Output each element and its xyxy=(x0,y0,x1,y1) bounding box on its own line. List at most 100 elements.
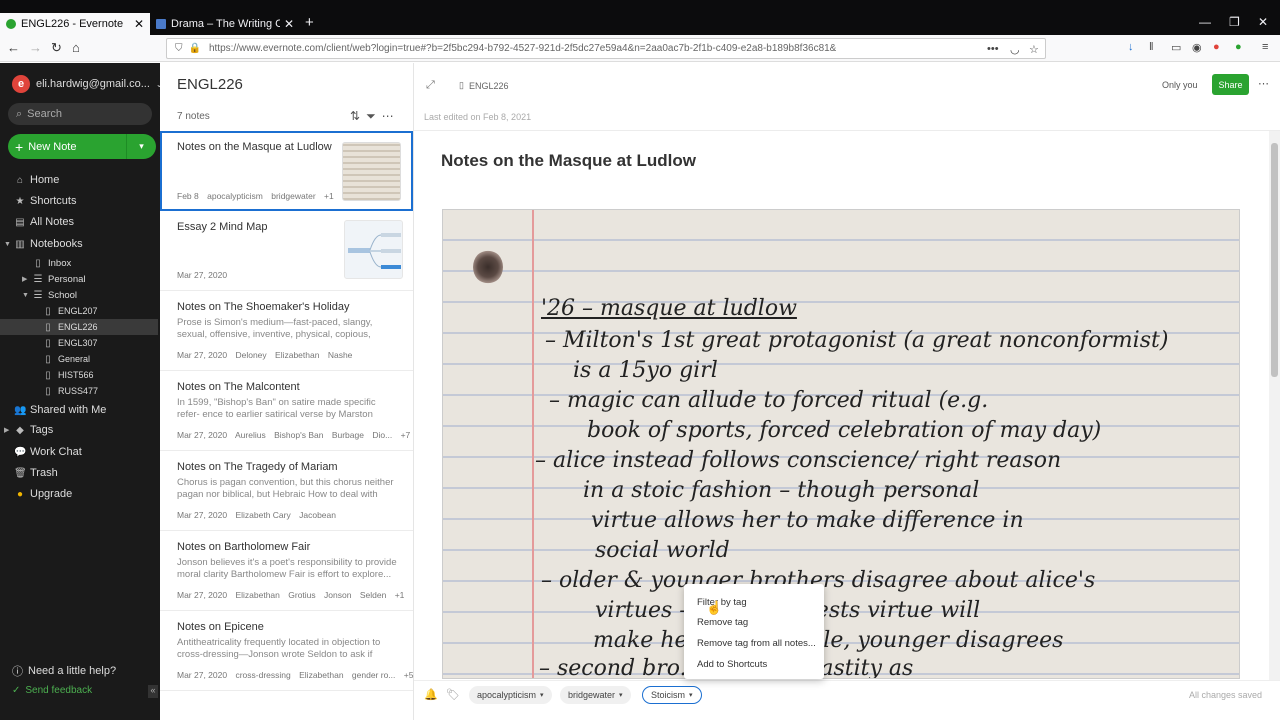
extension-icon[interactable]: ● xyxy=(1213,41,1220,53)
sidebar-item-home[interactable]: ⌂ Home xyxy=(0,172,158,188)
menu-item-add-shortcut[interactable]: Add to Shortcuts xyxy=(697,659,767,670)
back-icon[interactable]: ← xyxy=(7,40,20,55)
sidebar-item-personal[interactable]: ▶ ☰ Personal xyxy=(0,271,158,287)
sidebar-toggle-icon[interactable]: ▭ xyxy=(1171,41,1181,54)
more-options-icon[interactable]: ⋯ xyxy=(382,109,400,123)
sidebar-item-all-notes[interactable]: ▤ All Notes xyxy=(0,214,158,230)
note-card[interactable]: Notes on Epicene Antitheatricality frequ… xyxy=(160,611,413,691)
address-bar[interactable]: ⛉ 🔒 https://www.evernote.com/client/web?… xyxy=(166,38,1046,59)
expand-arrow-icon[interactable]: ▼ xyxy=(22,292,32,299)
note-card[interactable]: Notes on Bartholomew Fair Jonson believe… xyxy=(160,531,413,611)
scrollbar-thumb[interactable] xyxy=(1271,143,1278,377)
tag-pill[interactable]: apocalypticism ▾ xyxy=(469,686,552,704)
lock-icon[interactable]: 🔒 xyxy=(189,43,201,54)
account-switcher[interactable]: e eli.hardwig@gmail.co... ⌄ xyxy=(12,75,163,93)
sidebar-item-label: HIST566 xyxy=(58,370,94,380)
sidebar-item-shortcuts[interactable]: ★ Shortcuts xyxy=(0,193,158,209)
sidebar-item-upgrade[interactable]: ● Upgrade xyxy=(0,486,158,502)
expand-arrow-icon[interactable]: ▼ xyxy=(4,241,14,248)
close-window-icon[interactable]: ✕ xyxy=(1258,15,1268,29)
reload-icon[interactable]: ↻ xyxy=(51,40,62,56)
evernote-extension-icon[interactable]: ● xyxy=(1235,41,1242,53)
sidebar-item-engl207[interactable]: ▯ ENGL207 xyxy=(0,303,158,319)
sidebar-item-hist566[interactable]: ▯ HIST566 xyxy=(0,367,158,383)
restore-icon[interactable]: ❐ xyxy=(1229,15,1240,29)
new-tab-icon[interactable]: + xyxy=(305,14,314,31)
download-icon[interactable]: ↓ xyxy=(1128,41,1134,53)
note-card[interactable]: Notes on The Malcontent In 1599, "Bishop… xyxy=(160,371,413,451)
sidebar-item-label: Personal xyxy=(48,273,86,285)
editor-scrollbar[interactable] xyxy=(1269,131,1280,680)
sidebar-item-russ477[interactable]: ▯ RUSS477 xyxy=(0,383,158,399)
filter-icon[interactable]: ⏷ xyxy=(366,109,382,123)
note-card[interactable]: Notes on The Tragedy of Mariam Chorus is… xyxy=(160,451,413,531)
note-tag: Grotius xyxy=(288,590,316,600)
add-tag-icon[interactable]: 🏷 xyxy=(446,688,460,701)
page-actions-icon[interactable]: ••• xyxy=(987,43,999,55)
note-tag: Elizabethan xyxy=(299,670,344,680)
tag-bar: 🔔 🏷 apocalypticism ▾ bridgewater ▾ Stoicis… xyxy=(414,680,1280,708)
pocket-icon[interactable]: ◡ xyxy=(1010,43,1020,56)
plus-icon: + xyxy=(15,138,24,155)
new-note-options-icon[interactable]: ▾ xyxy=(126,134,156,159)
help-link[interactable]: ⓘ Need a little help? xyxy=(12,663,116,679)
reminder-bell-icon[interactable]: 🔔 xyxy=(424,688,438,701)
tag-context-menu: Filter by tag Remove tag Remove tag from… xyxy=(684,584,824,679)
sidebar-item-label: Shared with Me xyxy=(30,404,107,416)
library-icon[interactable]: ‖ xyxy=(1149,41,1154,53)
sidebar-item-tags[interactable]: ▶ ◆ Tags xyxy=(0,422,158,438)
sidebar-item-trash[interactable]: 🗑 Trash xyxy=(0,465,158,481)
help-circle-icon: ⓘ xyxy=(12,666,23,678)
collapsed-arrow-icon[interactable]: ▶ xyxy=(22,275,32,283)
last-edited: Last edited on Feb 8, 2021 xyxy=(424,112,532,122)
people-icon: 👥 xyxy=(14,404,27,416)
search-input[interactable]: ⌕ Search xyxy=(8,103,152,125)
note-card[interactable]: Notes on The Shoemaker's Holiday Prose i… xyxy=(160,291,413,371)
account-icon[interactable]: ◉ xyxy=(1192,41,1202,54)
sidebar-item-inbox[interactable]: ▯ Inbox xyxy=(0,255,158,271)
note-card[interactable]: Notes on the Masque at Ludlow Feb 8 apoc… xyxy=(160,131,413,211)
expand-icon[interactable]: ⤢ xyxy=(426,79,435,92)
menu-icon[interactable]: ≡ xyxy=(1262,41,1268,53)
tag-pill-selected[interactable]: Stoicism ▾ xyxy=(642,686,702,704)
sort-icon[interactable]: ⇅ xyxy=(350,109,366,123)
sidebar-item-shared[interactable]: 👥 Shared with Me xyxy=(0,402,158,418)
note-tag-more: +1 xyxy=(324,191,334,201)
sidebar-item-work-chat[interactable]: 💬 Work Chat xyxy=(0,444,158,460)
document-favicon-icon xyxy=(156,19,166,29)
sidebar-item-label: Work Chat xyxy=(30,446,82,458)
menu-item-remove-tag[interactable]: Remove tag xyxy=(697,617,748,628)
collapse-sidebar-icon[interactable]: « xyxy=(148,685,158,698)
more-options-icon[interactable]: ⋯ xyxy=(1258,77,1269,90)
new-note-button[interactable]: + New Note ▾ xyxy=(8,134,156,159)
tag-icon: ◆ xyxy=(16,424,24,436)
close-tab-icon[interactable]: ✕ xyxy=(134,17,144,31)
note-card-meta: Mar 27, 2020 Elizabeth Cary Jacobean xyxy=(177,510,342,520)
notebook-icon: ▯ xyxy=(45,353,51,365)
breadcrumb[interactable]: ▯ ENGL226 xyxy=(459,80,508,91)
share-button[interactable]: Share xyxy=(1212,74,1249,95)
note-card[interactable]: Essay 2 Mind Map Mar 27, 2020 xyxy=(160,211,413,291)
sidebar-item-engl307[interactable]: ▯ ENGL307 xyxy=(0,335,158,351)
feedback-link[interactable]: ✓ Send feedback xyxy=(12,685,92,696)
bookmark-star-icon[interactable]: ☆ xyxy=(1029,43,1039,56)
note-card-title: Notes on Bartholomew Fair xyxy=(177,541,311,553)
minimize-icon[interactable]: — xyxy=(1199,15,1211,29)
note-title[interactable]: Notes on the Masque at Ludlow xyxy=(441,151,696,171)
tab-writing-center[interactable]: Drama – The Writing Center | ✕ xyxy=(150,13,300,35)
upgrade-coin-icon: ● xyxy=(16,488,24,500)
sidebar-item-engl226[interactable]: ▯ ENGL226 xyxy=(0,319,158,335)
tag-pill[interactable]: bridgewater ▾ xyxy=(560,686,631,704)
sidebar-item-general[interactable]: ▯ General xyxy=(0,351,158,367)
collapsed-arrow-icon[interactable]: ▶ xyxy=(4,426,14,434)
chevron-down-icon: ▾ xyxy=(540,692,544,699)
forward-icon[interactable]: → xyxy=(29,40,42,55)
menu-item-remove-tag-all[interactable]: Remove tag from all notes... xyxy=(697,638,816,649)
tab-evernote[interactable]: ENGL226 - Evernote ✕ xyxy=(0,13,150,35)
close-tab-icon[interactable]: ✕ xyxy=(284,17,294,31)
sidebar-item-notebooks[interactable]: ▼ ▥ Notebooks xyxy=(0,236,158,252)
shield-icon[interactable]: ⛉ xyxy=(175,43,183,54)
sidebar: e eli.hardwig@gmail.co... ⌄ ⌕ Search + N… xyxy=(0,63,163,720)
home-icon[interactable]: ⌂ xyxy=(72,40,80,55)
sidebar-item-school[interactable]: ▼ ☰ School xyxy=(0,287,158,303)
